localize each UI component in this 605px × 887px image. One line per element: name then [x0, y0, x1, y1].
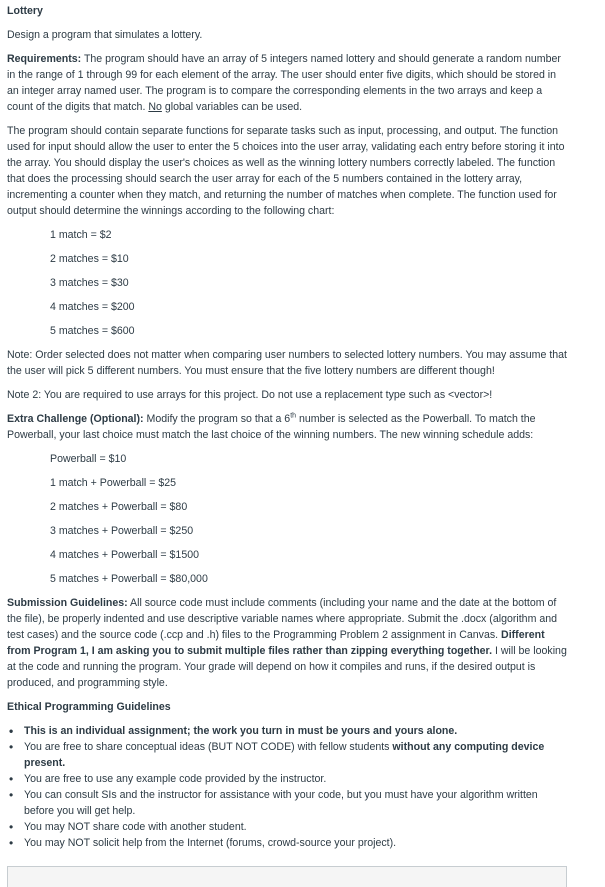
assignment-page: Lottery Design a program that simulates … — [0, 0, 605, 887]
requirements-paragraph: Requirements: The program should have an… — [7, 51, 567, 115]
chart-item: 2 matches = $10 — [50, 253, 129, 265]
chart-item: 5 matches = $600 — [50, 325, 135, 337]
ethics-item-text: You are free to share conceptual ideas (… — [24, 741, 390, 753]
powerball-item: 5 matches + Powerball = $80,000 — [50, 573, 208, 585]
note-2: Note 2: You are required to use arrays f… — [7, 389, 493, 401]
powerball-item: 4 matches + Powerball = $1500 — [50, 549, 199, 561]
ethics-item: You can consult SIs and the instructor f… — [7, 787, 567, 819]
requirements-label: Requirements: — [7, 53, 82, 65]
page-title: Lottery — [7, 5, 43, 17]
powerball-item: 2 matches + Powerball = $80 — [50, 501, 188, 513]
powerball-item: Powerball = $10 — [50, 453, 127, 465]
extra-challenge-sup: th — [290, 412, 297, 420]
ethics-item: You are free to use any example code pro… — [7, 771, 567, 787]
extra-challenge-label: Extra Challenge (Optional): — [7, 413, 144, 425]
ethics-list: This is an individual assignment; the wo… — [7, 723, 567, 851]
extra-challenge-text: Modify the program so that a 6 — [146, 413, 291, 425]
ethics-item: You are free to share conceptual ideas (… — [7, 739, 567, 771]
ethics-item: This is an individual assignment; the wo… — [7, 723, 567, 739]
requirements-no: No — [148, 101, 162, 113]
submission-label: Submission Guidelines: — [7, 597, 128, 609]
chart-item: 1 match = $2 — [50, 229, 112, 241]
ethics-heading: Ethical Programming Guidelines — [7, 701, 171, 713]
extra-challenge-paragraph: Extra Challenge (Optional): Modify the p… — [7, 411, 567, 443]
submission-paragraph: Submission Guidelines: All source code m… — [7, 595, 567, 691]
ethics-item: You may NOT share code with another stud… — [7, 819, 567, 835]
chart-item: 3 matches = $30 — [50, 277, 129, 289]
functions-paragraph: The program should contain separate func… — [7, 125, 565, 217]
powerball-item: 3 matches + Powerball = $250 — [50, 525, 194, 537]
requirements-tail: global variables can be used. — [164, 101, 303, 113]
note-1: Note: Order selected does not matter whe… — [7, 349, 567, 377]
intro-text: Design a program that simulates a lotter… — [7, 29, 203, 41]
ethics-item: You may NOT solicit help from the Intern… — [7, 835, 567, 851]
powerball-item: 1 match + Powerball = $25 — [50, 477, 177, 489]
chart-item: 4 matches = $200 — [50, 301, 135, 313]
